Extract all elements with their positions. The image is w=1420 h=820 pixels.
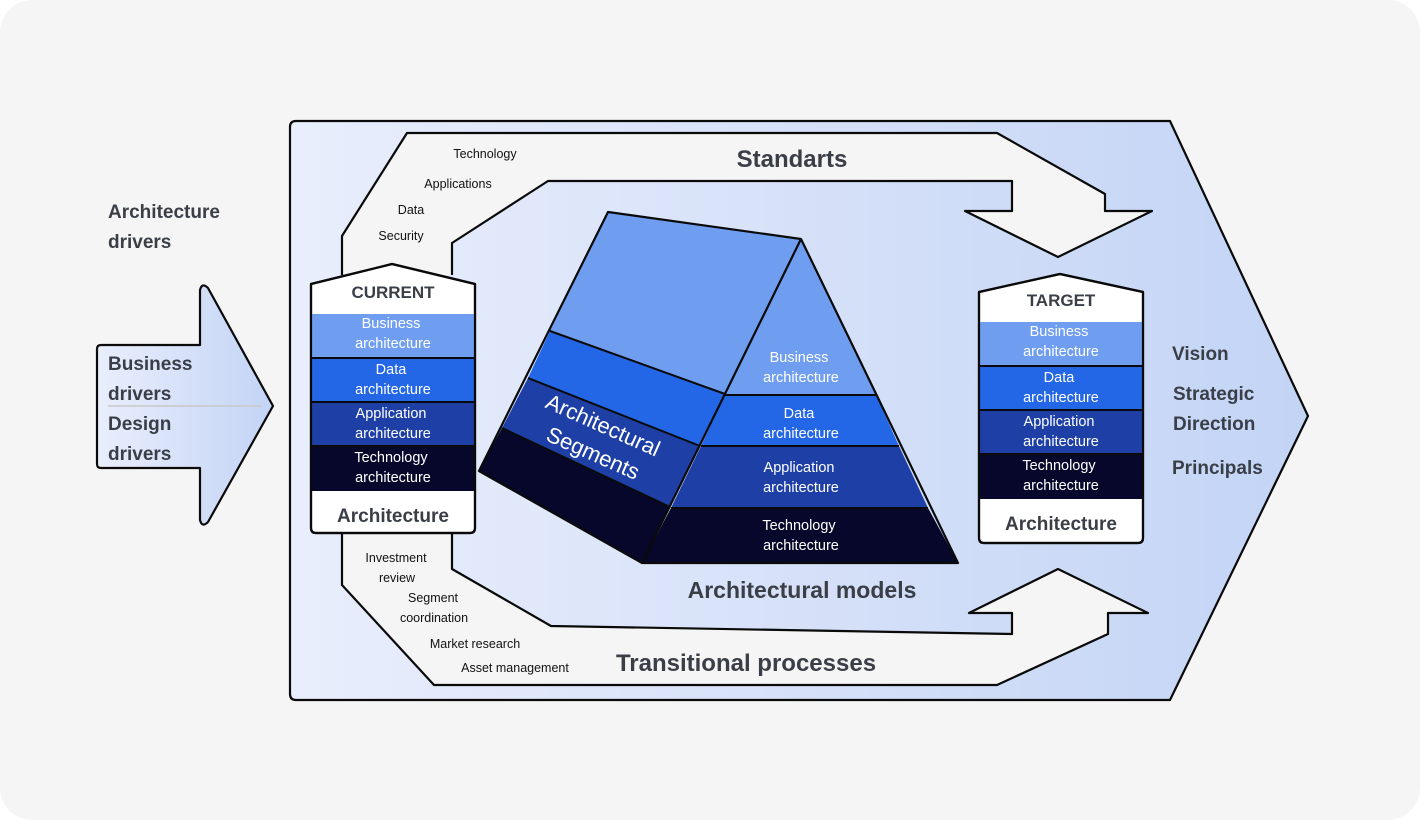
transitional-title: Transitional processes bbox=[616, 650, 876, 677]
pyramid-layer-application-line1: Application bbox=[764, 460, 835, 476]
design-drivers-line1: Design bbox=[108, 414, 171, 435]
pyramid-layer-application bbox=[671, 446, 928, 508]
transitional-item-asset-management: Asset management bbox=[461, 661, 569, 675]
right-item-strategic-line1: Strategic bbox=[1173, 384, 1255, 405]
business-drivers-line2: drivers bbox=[108, 384, 171, 405]
pyramid-layer-technology-line1: Technology bbox=[762, 518, 836, 534]
current-layer-data-line2: architecture bbox=[355, 382, 431, 398]
transitional-item-segment-line1: Segment bbox=[408, 591, 459, 605]
right-item-principals: Principals bbox=[1172, 458, 1263, 479]
pyramid-layer-business-line2: architecture bbox=[763, 370, 839, 386]
current-layer-business-line1: Business bbox=[362, 316, 421, 332]
current-layer-technology-line1: Technology bbox=[354, 450, 428, 466]
target-layer-technology-line2: architecture bbox=[1023, 478, 1099, 494]
standards-title: Standarts bbox=[737, 146, 848, 173]
diagram-card: Architecture drivers Business drivers De… bbox=[0, 0, 1420, 820]
target-stack bbox=[977, 272, 1145, 545]
architecture-diagram: Architecture drivers Business drivers De… bbox=[95, 119, 1310, 702]
current-layer-application-line1: Application bbox=[356, 406, 427, 422]
current-footer: Architecture bbox=[337, 506, 449, 527]
transitional-item-investment-line1: Investment bbox=[365, 551, 427, 565]
pyramid-layer-business-line1: Business bbox=[770, 350, 829, 366]
current-layer-application-line2: architecture bbox=[355, 426, 431, 442]
target-layer-application-line2: architecture bbox=[1023, 434, 1099, 450]
target-layer-business-line2: architecture bbox=[1023, 344, 1099, 360]
transitional-item-investment-line2: review bbox=[379, 571, 416, 585]
target-layer-data-line1: Data bbox=[1044, 370, 1076, 386]
target-layer-data-line2: architecture bbox=[1023, 390, 1099, 406]
design-drivers-line2: drivers bbox=[108, 444, 171, 465]
target-header: TARGET bbox=[1027, 291, 1096, 310]
current-stack bbox=[309, 262, 477, 535]
standards-item-data: Data bbox=[398, 203, 424, 217]
architectural-models-caption: Architectural models bbox=[688, 577, 917, 603]
target-layer-application-line1: Application bbox=[1024, 414, 1095, 430]
architecture-drivers-heading-line1: Architecture bbox=[108, 202, 220, 223]
current-layer-data-line1: Data bbox=[376, 362, 408, 378]
drivers-arrow bbox=[95, 284, 275, 526]
standards-item-security: Security bbox=[378, 229, 424, 243]
target-footer: Architecture bbox=[1005, 514, 1117, 535]
current-layer-technology-line2: architecture bbox=[355, 470, 431, 486]
current-header: CURRENT bbox=[351, 283, 435, 302]
standards-item-technology: Technology bbox=[453, 147, 517, 161]
transitional-item-segment-line2: coordination bbox=[400, 611, 468, 625]
pyramid-layer-application-line2: architecture bbox=[763, 480, 839, 496]
right-item-strategic-line2: Direction bbox=[1173, 414, 1255, 435]
current-layer-business-line2: architecture bbox=[355, 336, 431, 352]
pyramid-layer-technology bbox=[642, 508, 958, 563]
architecture-drivers-heading-line2: drivers bbox=[108, 232, 171, 253]
pyramid-layer-technology-line2: architecture bbox=[763, 538, 839, 554]
pyramid-layer-data-line1: Data bbox=[784, 406, 816, 422]
right-item-vision: Vision bbox=[1172, 344, 1229, 365]
target-layer-technology-line1: Technology bbox=[1022, 458, 1096, 474]
target-layer-business-line1: Business bbox=[1030, 324, 1089, 340]
transitional-item-market-research: Market research bbox=[430, 637, 520, 651]
pyramid-layer-data-line2: architecture bbox=[763, 426, 839, 442]
business-drivers-line1: Business bbox=[108, 354, 192, 375]
standards-item-applications: Applications bbox=[424, 177, 491, 191]
